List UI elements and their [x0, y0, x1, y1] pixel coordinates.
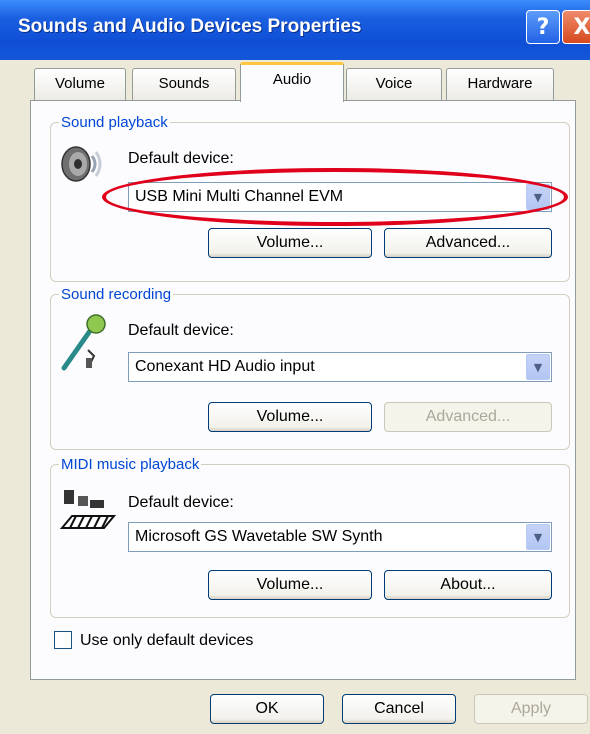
playback-device-dropdown[interactable]: USB Mini Multi Channel EVM ▼ [128, 182, 552, 212]
default-devices-checkbox-label[interactable]: Use only default devices [80, 632, 253, 650]
playback-device-value: USB Mini Multi Channel EVM [135, 188, 344, 205]
tab-audio[interactable]: Audio [240, 62, 344, 102]
midi-device-value: Microsoft GS Wavetable SW Synth [135, 528, 383, 545]
tab-sounds[interactable]: Sounds [132, 68, 236, 100]
midi-playback-legend: MIDI music playback [61, 456, 200, 473]
recording-default-device-label: Default device: [128, 322, 234, 339]
close-button[interactable]: X [562, 10, 590, 44]
tab-hardware[interactable]: Hardware [446, 68, 554, 100]
chevron-down-icon[interactable]: ▼ [526, 184, 550, 210]
ok-button[interactable]: OK [210, 694, 324, 724]
dialog-window: Sounds and Audio Devices Properties ? X … [0, 0, 590, 734]
midi-keyboard-icon [59, 490, 117, 529]
recording-device-dropdown[interactable]: Conexant HD Audio input ▼ [128, 352, 552, 382]
sound-playback-legend: Sound playback [61, 114, 168, 131]
cancel-button[interactable]: Cancel [342, 694, 456, 724]
midi-default-device-label: Default device: [128, 494, 234, 511]
apply-button: Apply [474, 694, 588, 724]
chevron-down-icon[interactable]: ▼ [526, 354, 550, 380]
recording-advanced-button: Advanced... [384, 402, 552, 432]
playback-volume-button[interactable]: Volume... [208, 228, 372, 258]
sound-recording-legend: Sound recording [61, 286, 172, 303]
midi-about-button[interactable]: About... [384, 570, 552, 600]
recording-device-value: Conexant HD Audio input [135, 358, 315, 375]
speaker-icon [61, 146, 102, 182]
default-devices-checkbox[interactable] [54, 631, 72, 649]
tab-voice[interactable]: Voice [346, 68, 442, 100]
help-button[interactable]: ? [526, 10, 560, 44]
tab-volume[interactable]: Volume [34, 68, 126, 100]
playback-default-device-label: Default device: [128, 150, 234, 167]
window-title: Sounds and Audio Devices Properties [18, 16, 362, 37]
midi-device-dropdown[interactable]: Microsoft GS Wavetable SW Synth ▼ [128, 522, 552, 552]
midi-volume-button[interactable]: Volume... [208, 570, 372, 600]
chevron-down-icon[interactable]: ▼ [526, 524, 550, 550]
playback-advanced-button[interactable]: Advanced... [384, 228, 552, 258]
tab-strip: Volume Sounds Audio Voice Hardware [0, 60, 590, 102]
title-bar[interactable]: Sounds and Audio Devices Properties ? X [0, 0, 590, 60]
microphone-icon [61, 314, 106, 371]
recording-volume-button[interactable]: Volume... [208, 402, 372, 432]
